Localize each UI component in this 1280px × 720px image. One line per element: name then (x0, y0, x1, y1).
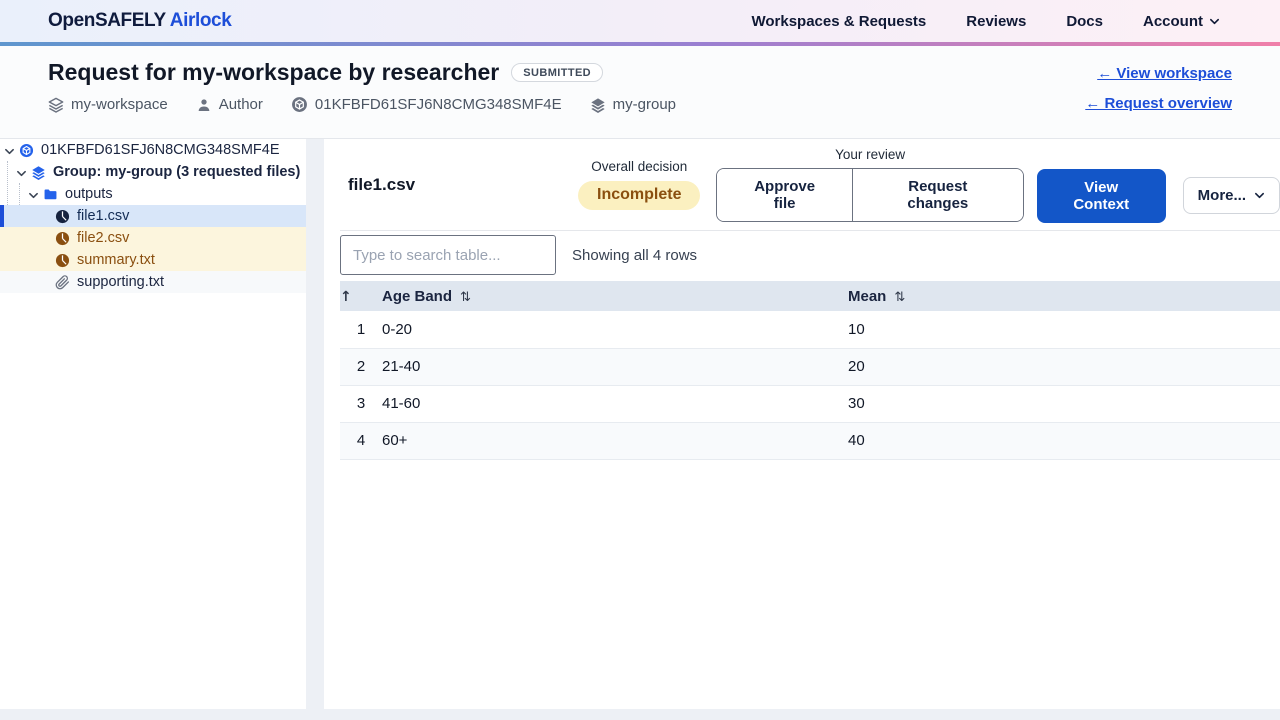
more-menu-button[interactable]: More... (1183, 177, 1280, 214)
top-nav: OpenSAFELYAirlock Workspaces & Requests … (0, 0, 1280, 42)
view-workspace-link[interactable]: ← View workspace (1097, 65, 1232, 82)
request-meta: my-workspace Author 01KFBFD61SFJ6N8CMG34… (48, 96, 676, 113)
overall-decision-label: Overall decision (578, 159, 700, 174)
mean-cell: 10 (848, 311, 1280, 348)
overall-decision: Overall decision Incomplete (578, 159, 700, 210)
file-review-header: file1.csv Overall decision Incomplete Yo… (324, 139, 1280, 230)
page-title: Request for my-workspace by researcher S… (48, 59, 676, 86)
column-header-mean[interactable]: Mean⇅ (848, 281, 1280, 311)
request-cube-icon (19, 143, 34, 158)
your-review: Your review Approve file Request changes (716, 147, 1023, 222)
file-review-panel: file1.csv Overall decision Incomplete Yo… (324, 139, 1280, 709)
logo-secondary: Airlock (170, 10, 232, 31)
mean-cell: 30 (848, 385, 1280, 422)
meta-request-id: 01KFBFD61SFJ6N8CMG348SMF4E (291, 96, 562, 113)
tree-item-file2[interactable]: file2.csv (0, 227, 306, 249)
age-band-cell: 0-20 (382, 311, 848, 348)
tree-item-summary[interactable]: summary.txt (0, 249, 306, 271)
review-button-group: Approve file Request changes (716, 168, 1023, 222)
table-row: 1 0-20 10 (340, 311, 1280, 348)
row-number-cell: 2 (340, 348, 382, 385)
age-band-cell: 60+ (382, 422, 848, 459)
nav-reviews[interactable]: Reviews (966, 13, 1026, 30)
csv-data-table: ↑ Age Band⇅ Mean⇅ 1 0-20 10 2 21-40 20 (340, 281, 1280, 460)
table-row: 3 41-60 30 (340, 385, 1280, 422)
group-layers-icon (31, 165, 46, 180)
chart-file-icon (55, 253, 70, 268)
meta-group: my-group (590, 96, 676, 113)
mean-cell: 20 (848, 348, 1280, 385)
table-row: 4 60+ 40 (340, 422, 1280, 459)
status-badge: SUBMITTED (511, 63, 603, 82)
tree-item-supporting[interactable]: supporting.txt (0, 271, 306, 293)
chevron-down-icon (1254, 190, 1265, 201)
tree-item-group[interactable]: Group: my-group (3 requested files) (0, 161, 306, 183)
group-layers-icon (590, 97, 606, 113)
meta-author: Author (196, 96, 263, 113)
chart-file-icon (55, 209, 70, 224)
request-changes-button[interactable]: Request changes (852, 169, 1023, 221)
request-overview-link[interactable]: ← Request overview (1085, 95, 1232, 112)
row-count-status: Showing all 4 rows (572, 247, 697, 264)
app-logo[interactable]: OpenSAFELYAirlock (48, 10, 231, 32)
chevron-down-icon[interactable] (16, 167, 27, 178)
view-context-button[interactable]: View Context (1037, 169, 1166, 223)
tree-item-file1[interactable]: file1.csv (0, 205, 306, 227)
file-tree: 01KFBFD61SFJ6N8CMG348SMF4E Group: my-gro… (0, 139, 306, 293)
tree-item-outputs-folder[interactable]: outputs (0, 183, 306, 205)
age-band-cell: 21-40 (382, 348, 848, 385)
workspace-layers-icon (48, 97, 64, 113)
content-area: 01KFBFD61SFJ6N8CMG348SMF4E Group: my-gro… (0, 139, 1280, 709)
table-row: 2 21-40 20 (340, 348, 1280, 385)
nav-workspaces-requests[interactable]: Workspaces & Requests (751, 13, 926, 30)
decision-badge: Incomplete (578, 181, 700, 210)
chevron-down-icon (1209, 16, 1220, 27)
main-nav: Workspaces & Requests Reviews Docs Accou… (751, 13, 1220, 30)
file-tree-sidebar: 01KFBFD61SFJ6N8CMG348SMF4E Group: my-gro… (0, 139, 306, 709)
chart-file-icon (55, 231, 70, 246)
sort-toggle-icon: ⇅ (894, 290, 905, 305)
meta-workspace: my-workspace (48, 96, 168, 113)
chevron-down-icon[interactable] (4, 145, 15, 156)
your-review-label: Your review (716, 147, 1023, 162)
nav-docs[interactable]: Docs (1066, 13, 1103, 30)
row-number-sort-header[interactable]: ↑ (340, 281, 382, 311)
age-band-cell: 41-60 (382, 385, 848, 422)
request-title-bar: Request for my-workspace by researcher S… (0, 46, 1280, 139)
request-cube-icon (291, 96, 308, 113)
table-search-input[interactable] (340, 235, 556, 275)
row-number-cell: 3 (340, 385, 382, 422)
mean-cell: 40 (848, 422, 1280, 459)
approve-file-button[interactable]: Approve file (717, 169, 851, 221)
row-number-cell: 4 (340, 422, 382, 459)
table-toolbar: Showing all 4 rows (340, 235, 1280, 275)
sort-toggle-icon: ⇅ (460, 290, 471, 305)
logo-primary: OpenSAFELY (48, 10, 166, 31)
folder-icon (43, 187, 58, 202)
column-header-age-band[interactable]: Age Band⇅ (382, 281, 848, 311)
user-icon (196, 97, 212, 113)
row-number-cell: 1 (340, 311, 382, 348)
table-header-row: ↑ Age Band⇅ Mean⇅ (340, 281, 1280, 311)
sort-ascending-icon: ↑ (340, 289, 352, 305)
file-table-section: Showing all 4 rows ↑ Age Band⇅ Mean⇅ 1 0… (340, 230, 1280, 460)
paperclip-icon (55, 275, 70, 290)
chevron-down-icon[interactable] (28, 189, 39, 200)
tree-item-request-root[interactable]: 01KFBFD61SFJ6N8CMG348SMF4E (0, 139, 306, 161)
nav-account-menu[interactable]: Account (1143, 13, 1220, 30)
file-name: file1.csv (348, 175, 578, 195)
